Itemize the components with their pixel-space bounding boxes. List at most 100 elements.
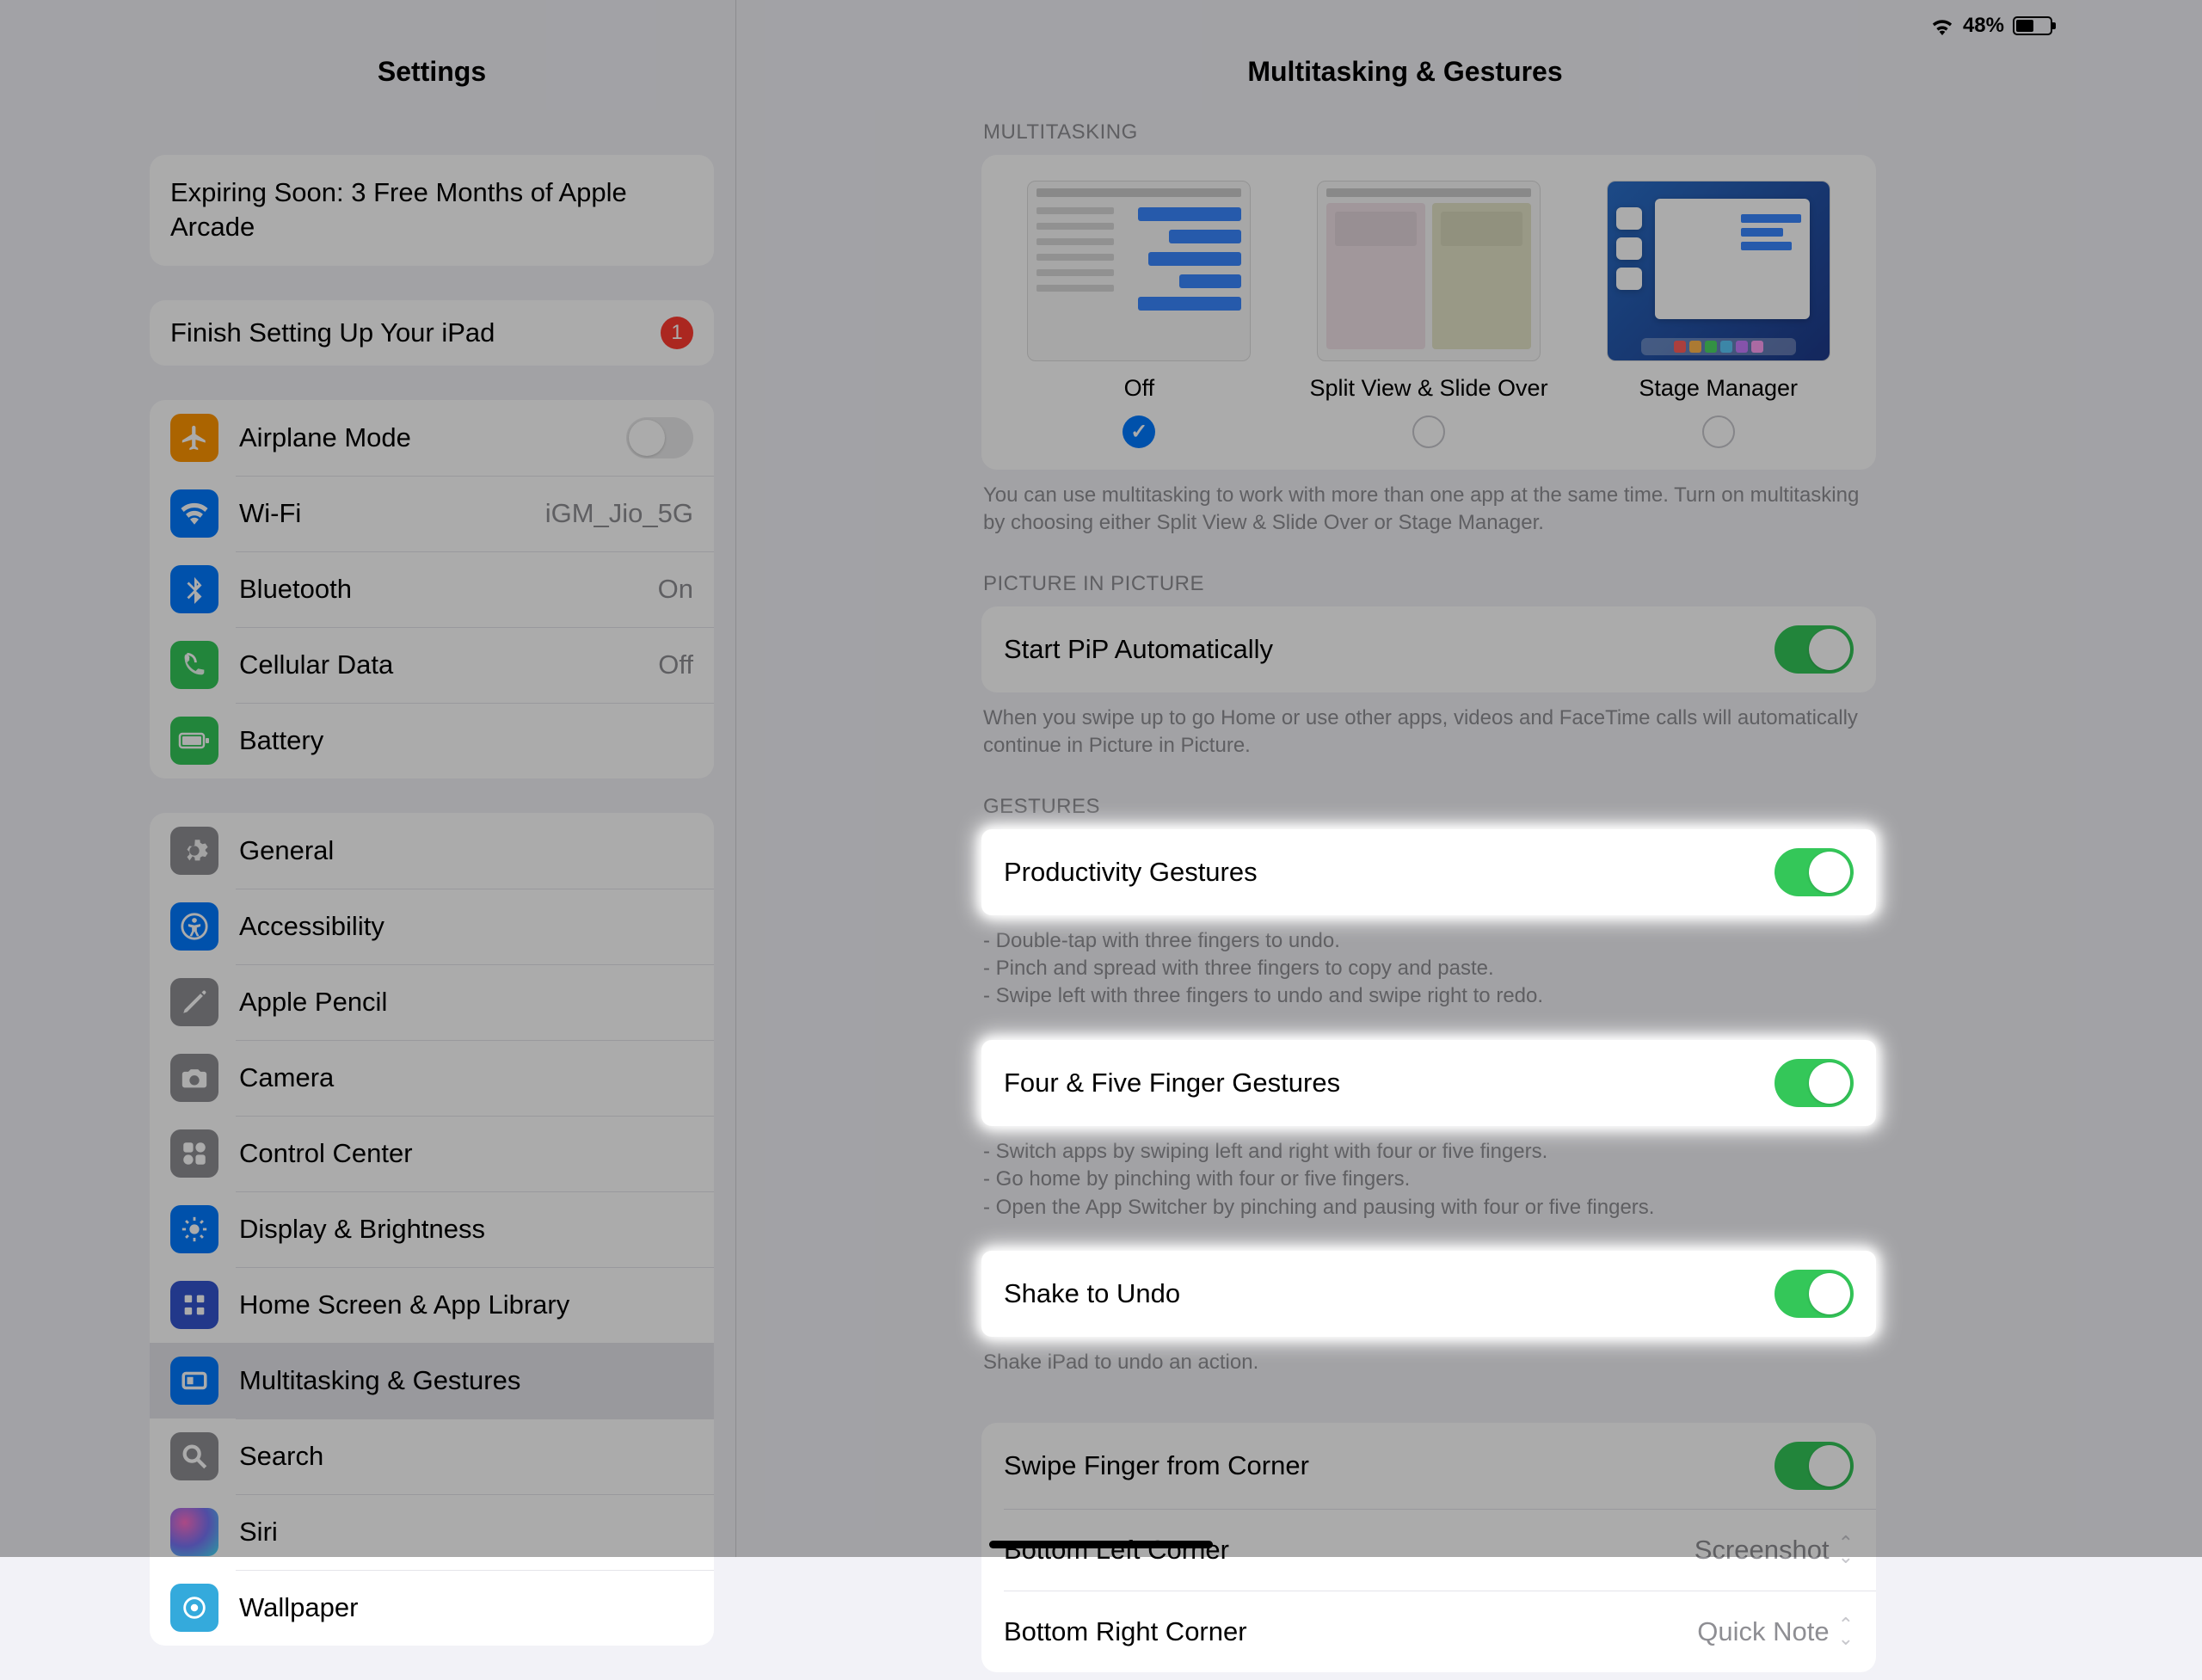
detail-title: Multitasking & Gestures <box>736 56 2074 88</box>
wifi-value: iGM_Jio_5G <box>545 498 693 529</box>
general-group: General Accessibility Apple Pencil <box>150 813 714 1646</box>
bottom-left-row[interactable]: Bottom Left Corner Screenshot ⌃⌄ <box>981 1509 1876 1591</box>
swipe-corner-row[interactable]: Swipe Finger from Corner <box>981 1423 1876 1509</box>
swipe-corner-label: Swipe Finger from Corner <box>1004 1450 1775 1481</box>
updown-icon: ⌃⌄ <box>1838 1536 1854 1563</box>
fourfive-card: Four & Five Finger Gestures <box>981 1040 1876 1126</box>
multitask-split-option[interactable]: Split View & Slide Over <box>1289 181 1570 452</box>
network-group: Airplane Mode Wi-Fi iGM_Jio_5G Bluetooth… <box>150 400 714 778</box>
bottom-left-value: Screenshot <box>1695 1535 1830 1566</box>
home-screen-label: Home Screen & App Library <box>239 1289 693 1320</box>
camera-icon <box>170 1054 218 1102</box>
battery-label: Battery <box>239 725 693 756</box>
accessibility-label: Accessibility <box>239 911 693 942</box>
finish-setup-label: Finish Setting Up Your iPad <box>170 317 661 348</box>
shake-row[interactable]: Shake to Undo <box>981 1251 1876 1337</box>
multitasking-label: Multitasking & Gestures <box>239 1365 693 1396</box>
battery-row-icon <box>170 717 218 765</box>
bottom-right-label: Bottom Right Corner <box>1004 1616 1697 1647</box>
shake-toggle[interactable] <box>1775 1270 1854 1318</box>
finish-setup[interactable]: Finish Setting Up Your iPad 1 <box>150 300 714 366</box>
fourfive-footer: - Switch apps by swiping left and right … <box>981 1126 1876 1234</box>
siri-row[interactable]: Siri <box>150 1494 714 1570</box>
wifi-row-icon <box>170 489 218 538</box>
pencil-icon <box>170 978 218 1026</box>
productivity-label: Productivity Gestures <box>1004 857 1775 888</box>
accessibility-icon <box>170 902 218 951</box>
siri-label: Siri <box>239 1517 693 1548</box>
general-label: General <box>239 835 693 866</box>
fourfive-row[interactable]: Four & Five Finger Gestures <box>981 1040 1876 1126</box>
bottom-right-row[interactable]: Bottom Right Corner Quick Note ⌃⌄ <box>981 1591 1876 1672</box>
cellular-row[interactable]: Cellular Data Off <box>150 627 714 703</box>
pencil-row[interactable]: Apple Pencil <box>150 964 714 1040</box>
bluetooth-value: On <box>658 574 693 605</box>
airplane-icon <box>170 414 218 462</box>
pip-toggle[interactable] <box>1775 625 1854 674</box>
camera-row[interactable]: Camera <box>150 1040 714 1116</box>
camera-label: Camera <box>239 1062 693 1093</box>
bluetooth-row[interactable]: Bluetooth On <box>150 551 714 627</box>
thumb-split <box>1317 181 1541 361</box>
split-radio[interactable] <box>1412 415 1445 448</box>
cellular-label: Cellular Data <box>239 649 658 680</box>
bluetooth-label: Bluetooth <box>239 574 658 605</box>
search-icon <box>170 1432 218 1480</box>
multitasking-row[interactable]: Multitasking & Gestures <box>150 1343 714 1418</box>
productivity-footer: - Double-tap with three fingers to undo.… <box>981 915 1876 1023</box>
pencil-label: Apple Pencil <box>239 987 693 1018</box>
airplane-mode-row[interactable]: Airplane Mode <box>150 400 714 476</box>
pip-label: Start PiP Automatically <box>1004 634 1775 665</box>
multitasking-header: MULTITASKING <box>981 120 1876 155</box>
pip-row[interactable]: Start PiP Automatically <box>981 606 1876 692</box>
pip-header: PICTURE IN PICTURE <box>981 572 1876 606</box>
control-center-label: Control Center <box>239 1138 693 1169</box>
wallpaper-row[interactable]: Wallpaper <box>150 1570 714 1646</box>
promo-arcade[interactable]: Expiring Soon: 3 Free Months of Apple Ar… <box>150 155 714 266</box>
display-row[interactable]: Display & Brightness <box>150 1191 714 1267</box>
thumb-stage <box>1607 181 1830 361</box>
productivity-toggle[interactable] <box>1775 848 1854 896</box>
bottom-right-value: Quick Note <box>1697 1616 1829 1647</box>
search-row[interactable]: Search <box>150 1418 714 1494</box>
detail-pane: Multitasking & Gestures MULTITASKING Off <box>735 0 2074 1557</box>
wifi-row[interactable]: Wi-Fi iGM_Jio_5G <box>150 476 714 551</box>
updown-icon: ⌃⌄ <box>1838 1618 1854 1645</box>
pip-card: Start PiP Automatically <box>981 606 1876 692</box>
promo-group: Expiring Soon: 3 Free Months of Apple Ar… <box>150 155 714 266</box>
multitask-off-option[interactable]: Off <box>999 181 1280 452</box>
wallpaper-icon <box>170 1584 218 1632</box>
split-label: Split View & Slide Over <box>1289 375 1570 402</box>
airplane-toggle[interactable] <box>626 417 693 458</box>
setup-group: Finish Setting Up Your iPad 1 <box>150 300 714 366</box>
swipe-corner-toggle[interactable] <box>1775 1442 1854 1490</box>
search-label: Search <box>239 1441 693 1472</box>
control-center-icon <box>170 1129 218 1178</box>
productivity-row[interactable]: Productivity Gestures <box>981 829 1876 915</box>
multitask-stage-option[interactable]: Stage Manager <box>1578 181 1859 452</box>
off-radio[interactable] <box>1123 415 1155 448</box>
cellular-icon <box>170 641 218 689</box>
home-indicator[interactable] <box>989 1541 1213 1548</box>
productivity-card: Productivity Gestures <box>981 829 1876 915</box>
settings-sidebar: Settings Expiring Soon: 3 Free Months of… <box>128 0 735 1557</box>
shake-card: Shake to Undo <box>981 1251 1876 1337</box>
fourfive-toggle[interactable] <box>1775 1059 1854 1107</box>
fourfive-label: Four & Five Finger Gestures <box>1004 1068 1775 1098</box>
multitasking-icon <box>170 1357 218 1405</box>
stage-label: Stage Manager <box>1578 375 1859 402</box>
stage-radio[interactable] <box>1702 415 1735 448</box>
display-label: Display & Brightness <box>239 1214 693 1245</box>
brightness-icon <box>170 1205 218 1253</box>
control-center-row[interactable]: Control Center <box>150 1116 714 1191</box>
general-row[interactable]: General <box>150 813 714 889</box>
shake-footer: Shake iPad to undo an action. <box>981 1337 1876 1388</box>
multitask-footer: You can use multitasking to work with mo… <box>981 470 1876 550</box>
home-screen-row[interactable]: Home Screen & App Library <box>150 1267 714 1343</box>
wifi-label: Wi-Fi <box>239 498 545 529</box>
multitasking-options: Off Split View & Slide Over <box>981 155 1876 470</box>
battery-row[interactable]: Battery <box>150 703 714 778</box>
gestures-header: GESTURES <box>981 795 1876 829</box>
accessibility-row[interactable]: Accessibility <box>150 889 714 964</box>
airplane-label: Airplane Mode <box>239 422 626 453</box>
